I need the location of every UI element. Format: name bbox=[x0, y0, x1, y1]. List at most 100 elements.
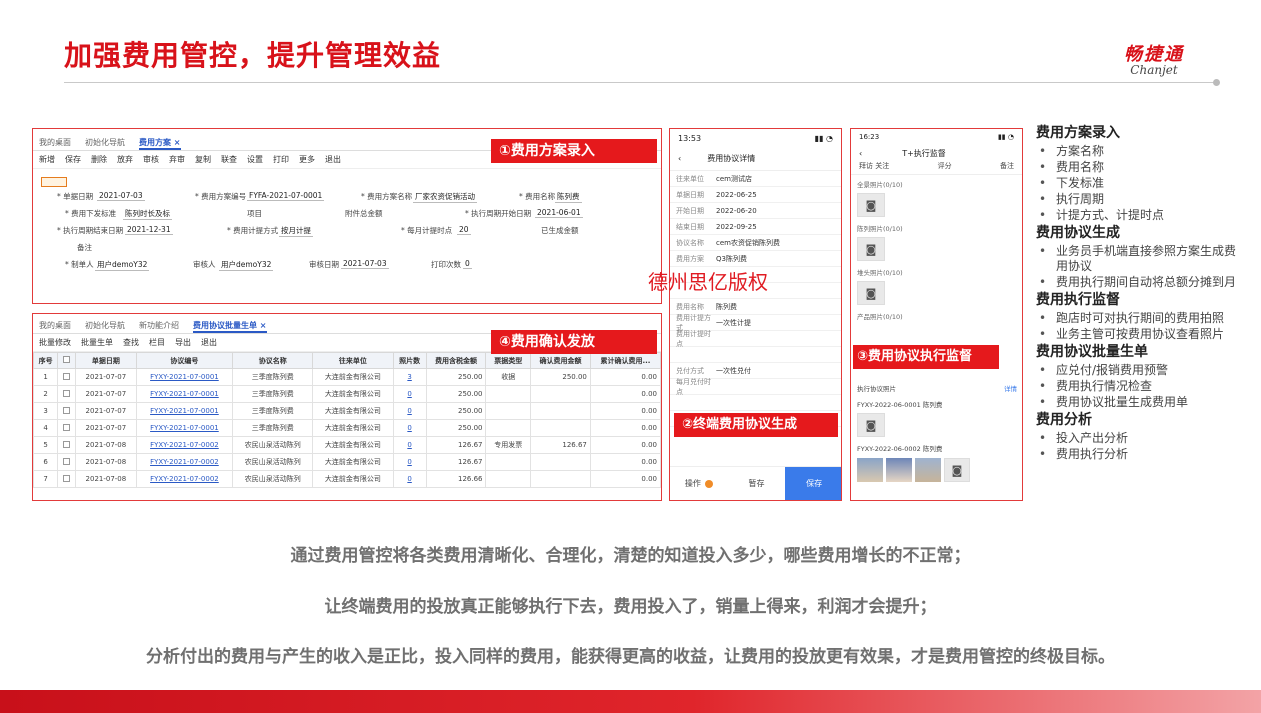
accrual-point-field[interactable]: 20 bbox=[457, 225, 471, 235]
exit-button[interactable]: 退出 bbox=[201, 337, 217, 348]
cell-photos[interactable]: 0 bbox=[392, 470, 427, 488]
cell-confirm-amount[interactable]: 126.67 bbox=[530, 436, 591, 454]
table-row[interactable]: 6 2021-07-08 FYXY-2021-07-0002 农民山泉活动陈列 大连前金… bbox=[33, 453, 661, 471]
cell-cumulative[interactable]: 0.00 bbox=[589, 470, 661, 488]
table-row[interactable]: 4 2021-07-07 FYXY-2021-07-0001 三季度陈列费 大连前金有限… bbox=[33, 419, 661, 437]
photo-thumbnail[interactable] bbox=[886, 458, 912, 482]
cell-code[interactable]: FYXY-2021-07-0001 bbox=[135, 402, 234, 420]
delete-button[interactable]: 删除 bbox=[91, 154, 107, 165]
agreement-field-row[interactable]: 单据日期 2022-06-25 bbox=[670, 187, 841, 203]
cell-check[interactable] bbox=[57, 419, 77, 437]
cell-check[interactable] bbox=[57, 470, 77, 488]
cell-confirm-amount[interactable]: 250.00 bbox=[530, 368, 591, 386]
operate-button[interactable]: 操作 bbox=[670, 467, 728, 500]
export-button[interactable]: 导出 bbox=[175, 337, 191, 348]
col-partner[interactable]: 往来单位 bbox=[312, 352, 394, 369]
batch-generate-button[interactable]: 批量生单 bbox=[81, 337, 113, 348]
submit-button[interactable]: 保存 bbox=[785, 467, 841, 500]
cell-check[interactable] bbox=[57, 368, 77, 386]
col-confirm-amount[interactable]: 确认费用金额 bbox=[530, 352, 591, 369]
back-icon[interactable]: ‹ bbox=[678, 154, 681, 163]
date-field[interactable]: 2021-07-03 bbox=[97, 191, 145, 201]
table-row[interactable]: 7 2021-07-08 FYXY-2021-07-0002 农民山泉活动陈列 大连前金… bbox=[33, 470, 661, 488]
cell-cumulative[interactable]: 0.00 bbox=[589, 385, 661, 403]
approve-button[interactable]: 审核 bbox=[143, 154, 159, 165]
cell-check[interactable] bbox=[57, 402, 77, 420]
find-button[interactable]: 查找 bbox=[123, 337, 139, 348]
agreement-field-row[interactable]: 协议名称 cem农资促销陈列费 bbox=[670, 235, 841, 251]
unapprove-button[interactable]: 弃审 bbox=[169, 154, 185, 165]
discard-button[interactable]: 放弃 bbox=[117, 154, 133, 165]
cell-check[interactable] bbox=[57, 385, 77, 403]
agreement-field-row[interactable]: 开始日期 2022-06-20 bbox=[670, 203, 841, 219]
fee-name-field[interactable]: 陈列费 bbox=[555, 191, 582, 203]
save-button[interactable]: 保存 bbox=[65, 154, 81, 165]
settings-button[interactable]: 设置 bbox=[247, 154, 263, 165]
cell-confirm-amount[interactable] bbox=[530, 453, 591, 471]
col-cumulative[interactable]: 累计确认费用... bbox=[589, 352, 661, 369]
cell-photos[interactable]: 0 bbox=[392, 385, 427, 403]
table-row[interactable]: 2 2021-07-07 FYXY-2021-07-0001 三季度陈列费 大连前金有限… bbox=[33, 385, 661, 403]
cell-confirm-amount[interactable] bbox=[530, 402, 591, 420]
row-checkbox[interactable] bbox=[63, 457, 71, 465]
cell-cumulative[interactable]: 0.00 bbox=[589, 436, 661, 454]
camera-icon[interactable]: ◙ bbox=[857, 193, 885, 217]
accrual-method-field[interactable]: 按月计提 bbox=[279, 225, 313, 237]
cell-check[interactable] bbox=[57, 436, 77, 454]
tab-batch-order[interactable]: 费用协议批量生单 × bbox=[193, 320, 267, 333]
standard-field[interactable]: 陈列时长及标 bbox=[123, 208, 172, 220]
col-invoice-type[interactable]: 票据类型 bbox=[485, 352, 532, 369]
tab-my-desktop[interactable]: 我的桌面 bbox=[39, 137, 71, 150]
tab-new-features[interactable]: 新功能介绍 bbox=[139, 320, 179, 333]
cell-cumulative[interactable]: 0.00 bbox=[589, 419, 661, 437]
query-button[interactable]: 联查 bbox=[221, 154, 237, 165]
cell-code[interactable]: FYXY-2021-07-0002 bbox=[135, 453, 234, 471]
col-photos[interactable]: 照片数 bbox=[392, 352, 427, 369]
col-date[interactable]: 单据日期 bbox=[75, 352, 137, 369]
cell-code[interactable]: FYXY-2021-07-0001 bbox=[135, 419, 234, 437]
print-button[interactable]: 打印 bbox=[273, 154, 289, 165]
cell-check[interactable] bbox=[57, 453, 77, 471]
row-checkbox[interactable] bbox=[63, 372, 71, 380]
batch-edit-button[interactable]: 批量修改 bbox=[39, 337, 71, 348]
detail-link[interactable]: 详情 bbox=[1004, 383, 1017, 393]
photo-thumbnail[interactable] bbox=[857, 458, 883, 482]
cell-cumulative[interactable]: 0.00 bbox=[589, 453, 661, 471]
col-code[interactable]: 协议编号 bbox=[135, 352, 234, 369]
plan-code-field[interactable]: FYFA-2021-07-0001 bbox=[247, 191, 325, 201]
cell-code[interactable]: FYXY-2021-07-0002 bbox=[135, 470, 234, 488]
cell-code[interactable]: FYXY-2021-07-0002 bbox=[135, 436, 234, 454]
row-checkbox[interactable] bbox=[63, 389, 71, 397]
table-row[interactable]: 3 2021-07-07 FYXY-2021-07-0001 三季度陈列费 大连前金有限… bbox=[33, 402, 661, 420]
columns-button[interactable]: 栏目 bbox=[149, 337, 165, 348]
agreement-field-row[interactable]: 费用计提时点 bbox=[670, 330, 841, 348]
cell-cumulative[interactable]: 0.00 bbox=[589, 368, 661, 386]
col-amount[interactable]: 费用含税金额 bbox=[425, 352, 487, 369]
row-checkbox[interactable] bbox=[63, 406, 71, 414]
table-row[interactable]: 5 2021-07-08 FYXY-2021-07-0002 农民山泉活动陈列 大连前金… bbox=[33, 436, 661, 454]
tab-my-desktop[interactable]: 我的桌面 bbox=[39, 320, 71, 333]
start-date-field[interactable]: 2021-06-01 bbox=[535, 208, 583, 218]
cell-code[interactable]: FYXY-2021-07-0001 bbox=[135, 385, 234, 403]
table-row[interactable]: 1 2021-07-07 FYXY-2021-07-0001 三季度陈列费 大连前金有限… bbox=[33, 368, 661, 386]
col-name[interactable]: 协议名称 bbox=[232, 352, 314, 369]
cell-photos[interactable]: 0 bbox=[392, 436, 427, 454]
agreement-field-row[interactable]: 结束日期 2022-09-25 bbox=[670, 219, 841, 235]
agreement-field-row[interactable] bbox=[670, 395, 841, 411]
close-icon[interactable]: × bbox=[174, 138, 181, 150]
draft-button[interactable]: 暂存 bbox=[728, 467, 786, 500]
row-checkbox[interactable] bbox=[63, 474, 71, 482]
camera-icon[interactable]: ◙ bbox=[944, 458, 970, 482]
agreement-field-row[interactable]: 往来单位 cem测试店 bbox=[670, 171, 841, 187]
exit-button[interactable]: 退出 bbox=[325, 154, 341, 165]
more-button[interactable]: 更多 bbox=[299, 154, 315, 165]
agreement-field-row[interactable]: 费用方案 Q3陈列费 bbox=[670, 251, 841, 267]
cell-confirm-amount[interactable] bbox=[530, 419, 591, 437]
camera-icon[interactable]: ◙ bbox=[857, 281, 885, 305]
back-icon[interactable]: ‹ bbox=[859, 149, 862, 158]
tab-score[interactable]: 评分 bbox=[938, 161, 952, 174]
end-date-field[interactable]: 2021-12-31 bbox=[125, 225, 173, 235]
plan-name-field[interactable]: 厂家农资促销活动 bbox=[413, 191, 477, 203]
tab-init-guide[interactable]: 初始化导航 bbox=[85, 137, 125, 150]
row-checkbox[interactable] bbox=[63, 440, 71, 448]
